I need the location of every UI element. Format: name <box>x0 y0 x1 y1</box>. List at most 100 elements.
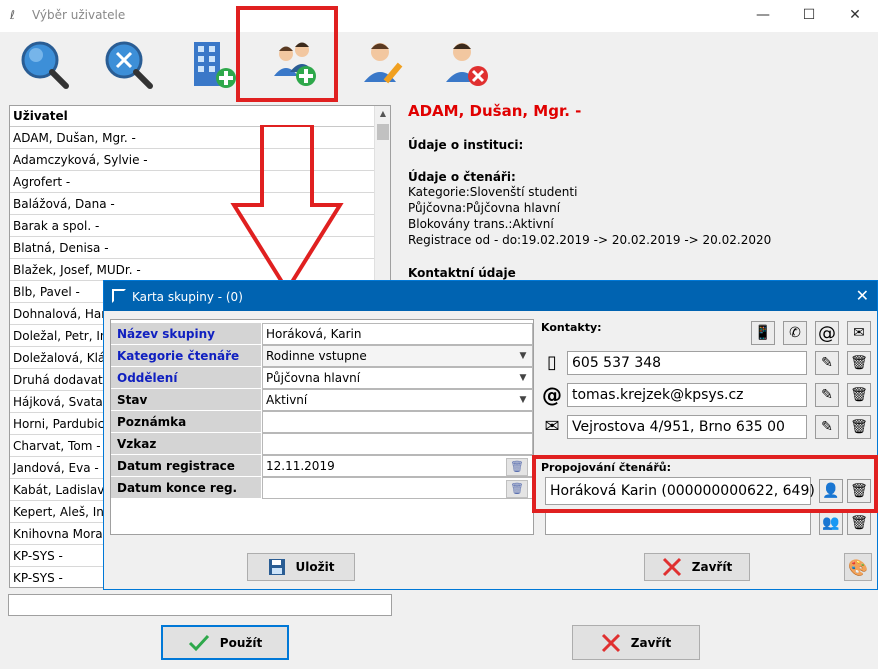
state-label: Stav <box>111 389 261 411</box>
close-button[interactable]: Zavřít <box>572 625 700 660</box>
envelope-icon: ✉ <box>544 416 560 437</box>
add-mobile-button[interactable]: 📱 <box>751 321 775 345</box>
contacts-label: Kontakty: <box>541 321 602 334</box>
message-row: Vzkaz <box>111 433 533 455</box>
link-group-button[interactable]: 👥 <box>819 511 843 535</box>
unlink-group-button[interactable]: 🗑 <box>847 511 871 535</box>
mobile-icon: 📱 <box>754 325 772 341</box>
category-value: Rodinne vstupne <box>266 349 367 363</box>
save-button[interactable]: Uložit <box>247 553 355 581</box>
edit-icon: ✎ <box>821 355 833 371</box>
delete-email-button[interactable]: 🗑 <box>847 383 871 407</box>
mobile-icon: ▯ <box>547 352 557 373</box>
close-window-button[interactable]: ✕ <box>832 0 878 32</box>
maximize-button[interactable]: ☐ <box>786 0 832 32</box>
title-bar: ℓ Výběr uživatele — ☐ ✕ <box>0 0 878 32</box>
edit-user-button[interactable] <box>354 36 418 94</box>
delete-user-button[interactable] <box>436 36 500 94</box>
dialog-icon <box>112 289 126 303</box>
use-button-label: Použít <box>219 635 263 650</box>
highlight-linking <box>532 455 878 513</box>
use-button[interactable]: Použít <box>161 625 289 660</box>
chevron-down-icon: ▼ <box>519 373 527 383</box>
add-phone-button[interactable]: ✆ <box>783 321 807 345</box>
state-select[interactable]: Aktivní ▼ <box>262 389 533 411</box>
trash-icon: 🗑 <box>850 355 868 371</box>
floppy-icon <box>268 559 285 575</box>
category-select[interactable]: Rodinne vstupne ▼ <box>262 345 533 367</box>
add-email-button[interactable]: @ <box>815 321 839 345</box>
reg-end-field[interactable]: 🗑 <box>262 477 533 499</box>
at-icon: @ <box>818 322 836 344</box>
delete-phone-button[interactable]: 🗑 <box>847 351 871 375</box>
minimize-button[interactable]: — <box>740 0 786 32</box>
name-field[interactable]: Horáková, Karin <box>262 323 533 345</box>
phone-field[interactable]: 605 537 348 <box>567 351 807 375</box>
red-arrow-annotation <box>230 125 344 294</box>
dialog-close-label: Zavřít <box>691 560 733 574</box>
reader-heading: Údaje o čtenáři: <box>408 170 516 184</box>
clear-search-button[interactable] <box>98 36 162 94</box>
reader-line: Registrace od - do:19.02.2019 -> 20.02.2… <box>408 233 772 247</box>
x-icon <box>601 633 620 652</box>
check-icon <box>188 634 209 651</box>
state-row: Stav Aktivní ▼ <box>111 389 533 411</box>
dialog-title-bar: Karta skupiny - (0) ✕ <box>104 281 877 311</box>
dept-value: Půjčovna hlavní <box>266 371 361 385</box>
message-field[interactable] <box>262 433 533 455</box>
user-edit-icon <box>364 43 403 84</box>
note-label: Poznámka <box>111 411 261 433</box>
phone-icon: ✆ <box>789 325 801 341</box>
category-label: Kategorie čtenáře <box>111 345 261 367</box>
x-icon <box>662 557 681 577</box>
edit-icon: ✎ <box>821 419 833 435</box>
reg-end-row: Datum konce reg. 🗑 <box>111 477 533 499</box>
dept-select[interactable]: Půjčovna hlavní ▼ <box>262 367 533 389</box>
user-detail: ADAM, Dušan, Mgr. - Údaje o instituci: Ú… <box>408 102 868 280</box>
edit-email-button[interactable]: ✎ <box>815 383 839 407</box>
chevron-down-icon: ▼ <box>519 351 527 361</box>
contact-heading: Kontaktní údaje <box>408 266 516 280</box>
window-title: Výběr uživatele <box>32 8 126 22</box>
trash-icon: 🗑 <box>850 419 868 435</box>
state-value: Aktivní <box>266 393 308 407</box>
delete-address-button[interactable]: 🗑 <box>847 415 871 439</box>
reg-date-value: 12.11.2019 <box>266 459 335 473</box>
detail-name: ADAM, Dušan, Mgr. - <box>408 102 582 120</box>
group-card-dialog: Karta skupiny - (0) ✕ Název skupiny Horá… <box>103 280 878 590</box>
reader-line: Půjčovna:Půjčovna hlavní <box>408 201 561 215</box>
user-delete-icon <box>446 43 488 86</box>
reg-date-row: Datum registrace 12.11.2019 🗑 <box>111 455 533 477</box>
reader-line: Blokovány trans.:Aktivní <box>408 217 554 231</box>
trash-icon: 🗑 <box>850 515 868 531</box>
reg-end-label: Datum konce reg. <box>111 477 261 499</box>
palette-icon: 🎨 <box>848 557 868 577</box>
clear-date-icon[interactable]: 🗑 <box>506 480 528 498</box>
dialog-close-icon[interactable]: ✕ <box>856 286 869 305</box>
group-form: Název skupiny Horáková, Karin Kategorie … <box>110 319 534 535</box>
add-address-button[interactable]: ✉ <box>847 321 871 345</box>
address-field[interactable]: Vejrostova 4/951, Brno 635 00 <box>567 415 807 439</box>
dialog-close-button[interactable]: Zavřít <box>644 553 750 581</box>
save-button-label: Uložit <box>295 560 335 574</box>
search-clear-icon <box>105 41 153 89</box>
palette-button[interactable]: 🎨 <box>844 553 872 581</box>
trash-icon: 🗑 <box>850 387 868 403</box>
email-field[interactable]: tomas.krejzek@kpsys.cz <box>567 383 807 407</box>
message-label: Vzkaz <box>111 433 261 455</box>
search-input[interactable] <box>8 594 392 616</box>
close-button-label: Zavřít <box>630 635 672 650</box>
clear-date-icon[interactable]: 🗑 <box>506 458 528 476</box>
reg-date-label: Datum registrace <box>111 455 261 477</box>
edit-address-button[interactable]: ✎ <box>815 415 839 439</box>
institution-heading: Údaje o instituci: <box>408 138 524 152</box>
scroll-thumb[interactable] <box>377 124 389 140</box>
note-row: Poznámka <box>111 411 533 433</box>
note-field[interactable] <box>262 411 533 433</box>
edit-phone-button[interactable]: ✎ <box>815 351 839 375</box>
edit-icon: ✎ <box>821 387 833 403</box>
search-button[interactable] <box>14 36 78 94</box>
reg-date-field[interactable]: 12.11.2019 🗑 <box>262 455 533 477</box>
scroll-up-icon[interactable]: ▲ <box>375 106 390 122</box>
name-row: Název skupiny Horáková, Karin <box>111 323 533 345</box>
